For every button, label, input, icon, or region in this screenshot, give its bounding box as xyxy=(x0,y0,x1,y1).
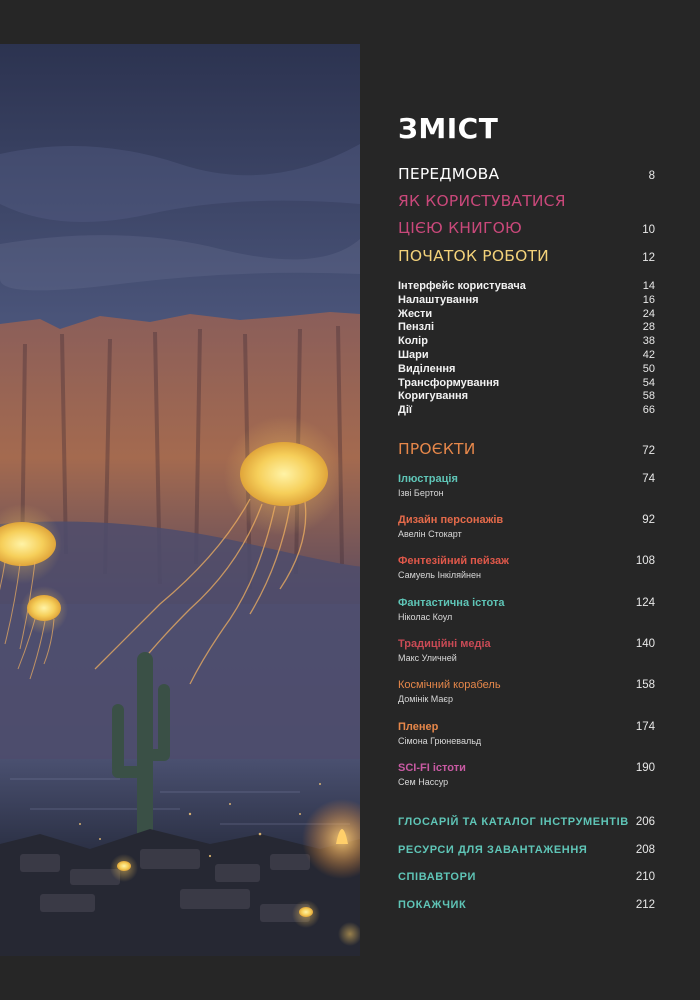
project-entry[interactable]: Традиційні медіа 140 Макс Уличней xyxy=(398,638,655,663)
subsection-label: Налаштування xyxy=(398,293,479,306)
subsection-page: 28 xyxy=(642,321,655,334)
subsection-label: Колір xyxy=(398,335,428,348)
appendix-page: 210 xyxy=(635,871,655,883)
subsection-page: 16 xyxy=(642,293,655,306)
project-page: 158 xyxy=(635,679,655,691)
project-author: Сем Нассур xyxy=(398,777,449,787)
toc-entry-page: 10 xyxy=(642,224,655,236)
subsection-page: 66 xyxy=(642,404,655,417)
project-author: Авелін Стокарт xyxy=(398,529,462,539)
subsection-page: 38 xyxy=(642,335,655,348)
toc-entry-page: 12 xyxy=(642,252,655,264)
subsection-row[interactable]: Дії 66 xyxy=(398,404,655,418)
project-page: 108 xyxy=(635,555,655,567)
appendix-label: РЕСУРСИ ДЛЯ ЗАВАНТАЖЕННЯ xyxy=(398,844,588,856)
subsection-row[interactable]: Колір 38 xyxy=(398,335,655,349)
project-author: Ізві Бертон xyxy=(398,488,444,498)
appendix-page: 212 xyxy=(635,899,655,911)
project-author: Ніколас Коул xyxy=(398,612,453,622)
subsection-row[interactable]: Пензлі 28 xyxy=(398,321,655,335)
subsection-label: Шари xyxy=(398,348,429,361)
project-entry[interactable]: Дизайн персонажів 92 Авелін Стокарт xyxy=(398,514,655,539)
toc-entry-projects[interactable]: ПРОЄКТИ 72 xyxy=(398,440,655,458)
project-title: Пленер xyxy=(398,721,439,733)
appendix-label: ГЛОСАРІЙ ТА КАТАЛОГ ІНСТРУМЕНТІВ xyxy=(398,816,629,828)
project-entry[interactable]: Ілюстрація 74 Ізві Бертон xyxy=(398,473,655,498)
subsection-label: Коригування xyxy=(398,390,469,403)
page-title: ЗМІСТ xyxy=(398,112,499,145)
subsection-label: Трансформування xyxy=(398,376,500,389)
project-entry[interactable]: Фантастична істота 124 Ніколас Коул xyxy=(398,597,655,622)
project-page: 190 xyxy=(635,762,655,774)
toc-entry-page: 72 xyxy=(642,445,655,457)
toc-entry-howto-line1[interactable]: ЯК КОРИСТУВАТИСЯ xyxy=(398,192,655,210)
subsection-row[interactable]: Трансформування 54 xyxy=(398,377,655,391)
project-entry[interactable]: Пленер 174 Сімона Грюневальд xyxy=(398,721,655,746)
project-author: Макс Уличней xyxy=(398,653,457,663)
subsection-row[interactable]: Жести 24 xyxy=(398,308,655,322)
appendix-label: СПІВАВТОРИ xyxy=(398,871,477,883)
subsection-label: Дії xyxy=(398,404,412,417)
subsection-row[interactable]: Шари 42 xyxy=(398,349,655,363)
appendix-entry[interactable]: ПОКАЖЧИК 212 xyxy=(398,899,655,911)
appendix-entry[interactable]: РЕСУРСИ ДЛЯ ЗАВАНТАЖЕННЯ 208 xyxy=(398,844,655,856)
project-page: 140 xyxy=(635,638,655,650)
subsection-row[interactable]: Інтерфейс користувача 14 xyxy=(398,280,655,294)
subsection-page: 54 xyxy=(642,376,655,389)
project-title: Ілюстрація xyxy=(398,473,458,485)
toc-entry-label: ЦІЄЮ КНИГОЮ xyxy=(398,219,522,237)
project-page: 124 xyxy=(635,597,655,609)
toc-entry-label: ПЕРЕДМОВА xyxy=(398,165,500,183)
subsection-row[interactable]: Коригування 58 xyxy=(398,390,655,404)
project-entry[interactable]: Фентезійний пейзаж 108 Самуель Інкіляйнен xyxy=(398,555,655,580)
appendix-page: 208 xyxy=(635,844,655,856)
subsection-page: 24 xyxy=(642,307,655,320)
subsection-label: Інтерфейс користувача xyxy=(398,280,526,292)
toc-entry-label: ПРОЄКТИ xyxy=(398,440,476,458)
appendix-entry[interactable]: ГЛОСАРІЙ ТА КАТАЛОГ ІНСТРУМЕНТІВ 206 xyxy=(398,816,655,828)
project-page: 74 xyxy=(642,473,655,485)
toc-entry-label: ПОЧАТОК РОБОТИ xyxy=(398,247,549,265)
subsection-row[interactable]: Виділення 50 xyxy=(398,363,655,377)
start-subsections: Інтерфейс користувача 14 Налаштування 16 Ж… xyxy=(398,280,655,418)
toc-entry-label: ЯК КОРИСТУВАТИСЯ xyxy=(398,192,566,210)
subsection-label: Виділення xyxy=(398,362,456,375)
subsection-row[interactable]: Налаштування 16 xyxy=(398,294,655,308)
toc-entry-preface[interactable]: ПЕРЕДМОВА 8 xyxy=(398,165,655,183)
project-title: SCI-FI істоти xyxy=(398,762,466,774)
project-page: 174 xyxy=(635,721,655,733)
toc-entry-start[interactable]: ПОЧАТОК РОБОТИ 12 xyxy=(398,247,655,265)
project-entry[interactable]: SCI-FI істоти 190 Сем Нассур xyxy=(398,762,655,787)
project-author: Домінік Маєр xyxy=(398,694,453,704)
toc-entry-page: 8 xyxy=(648,170,655,182)
subsection-page: 42 xyxy=(642,348,655,361)
subsection-page: 50 xyxy=(642,362,655,375)
subsection-page: 58 xyxy=(642,390,655,403)
project-title: Космічний корабель xyxy=(398,679,501,691)
project-author: Сімона Грюневальд xyxy=(398,736,482,746)
subsection-label: Жести xyxy=(398,307,433,320)
cover-illustration xyxy=(0,44,360,956)
appendix-label: ПОКАЖЧИК xyxy=(398,899,467,911)
toc-entry-howto-line2[interactable]: ЦІЄЮ КНИГОЮ 10 xyxy=(398,219,655,237)
project-title: Фантастична істота xyxy=(398,597,505,609)
project-title: Дизайн персонажів xyxy=(398,514,504,526)
appendix-page: 206 xyxy=(635,816,655,828)
appendix-entry[interactable]: СПІВАВТОРИ 210 xyxy=(398,871,655,883)
subsection-label: Пензлі xyxy=(398,321,435,334)
project-title: Традиційні медіа xyxy=(398,638,491,650)
project-page: 92 xyxy=(642,514,655,526)
project-author: Самуель Інкіляйнен xyxy=(398,570,481,580)
subsection-page: 14 xyxy=(642,280,655,292)
project-title: Фентезійний пейзаж xyxy=(398,555,509,567)
project-entry[interactable]: Космічний корабель 158 Домінік Маєр xyxy=(398,679,655,704)
